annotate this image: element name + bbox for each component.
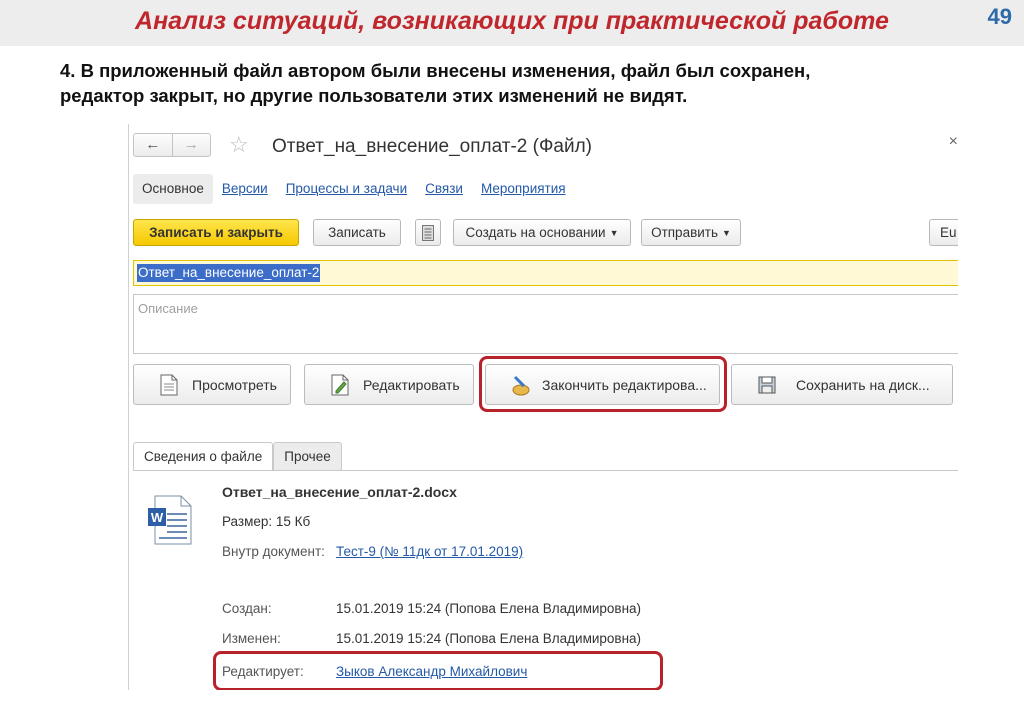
tab-processes[interactable]: Процессы и задачи bbox=[277, 174, 416, 204]
window-title: Ответ_на_внесение_оплат-2 (Файл) bbox=[272, 136, 592, 157]
navigation-buttons: ← → bbox=[133, 133, 211, 157]
save-to-disk-label: Сохранить на диск... bbox=[796, 377, 930, 393]
document-list-button[interactable] bbox=[415, 219, 441, 246]
forward-button[interactable]: → bbox=[171, 134, 211, 156]
description-input[interactable]: Описание bbox=[133, 294, 958, 354]
tab-file-info[interactable]: Сведения о файле bbox=[133, 442, 274, 471]
created-label: Создан: bbox=[222, 601, 272, 616]
tabs-divider bbox=[133, 470, 958, 471]
view-label: Просмотреть bbox=[192, 377, 277, 393]
save-and-close-button[interactable]: Записать и закрыть bbox=[133, 219, 299, 246]
svg-text:W: W bbox=[151, 510, 164, 525]
chevron-down-icon: ▼ bbox=[722, 228, 731, 238]
tab-versions[interactable]: Версии bbox=[213, 174, 277, 204]
save-button[interactable]: Записать bbox=[313, 219, 401, 246]
description-placeholder: Описание bbox=[138, 301, 198, 316]
list-icon bbox=[422, 225, 434, 241]
edit-document-icon bbox=[331, 374, 349, 396]
chevron-down-icon: ▼ bbox=[609, 228, 619, 238]
file-name-value: Ответ_на_внесение_оплат-2 bbox=[137, 264, 321, 282]
create-based-on-button[interactable]: Создать на основании ▼ bbox=[453, 219, 631, 246]
edit-label: Редактировать bbox=[363, 377, 460, 393]
tab-links[interactable]: Связи bbox=[416, 174, 472, 204]
modified-value: 15.01.2019 15:24 (Попова Елена Владимиро… bbox=[336, 631, 642, 646]
tab-main[interactable]: Основное bbox=[133, 174, 213, 204]
tab-other[interactable]: Прочее bbox=[273, 442, 342, 471]
close-icon[interactable]: × bbox=[949, 133, 958, 151]
tab-events[interactable]: Мероприятия bbox=[472, 174, 575, 204]
word-document-icon: W bbox=[148, 495, 192, 545]
save-to-disk-button[interactable]: Сохранить на диск... bbox=[731, 364, 953, 405]
created-value: 15.01.2019 15:24 (Попова Елена Владимиро… bbox=[336, 601, 642, 616]
favorite-star-icon[interactable]: ☆ bbox=[229, 134, 249, 156]
document-icon bbox=[160, 374, 178, 396]
eu-button[interactable]: Eu bbox=[929, 219, 958, 246]
create-based-on-label: Создать на основании bbox=[465, 225, 606, 240]
file-name-input[interactable]: Ответ_на_внесение_оплат-2 bbox=[133, 260, 958, 286]
page-number: 49 bbox=[987, 4, 1012, 29]
back-button[interactable]: ← bbox=[134, 134, 172, 156]
inside-document-link[interactable]: Тест-9 (№ 11дк от 17.01.2019) bbox=[336, 544, 523, 559]
slide-text-line-2: редактор закрыт, но другие пользователи … bbox=[60, 85, 688, 106]
save-disk-icon bbox=[758, 376, 776, 394]
inside-document-label: Внутр документ: bbox=[222, 544, 325, 559]
slide-text-line-1: 4. В приложенный файл автором были внесе… bbox=[60, 60, 811, 81]
send-label: Отправить bbox=[651, 225, 719, 240]
modified-label: Изменен: bbox=[222, 631, 281, 646]
send-button[interactable]: Отправить ▼ bbox=[641, 219, 741, 246]
section-tabs: Основное Версии Процессы и задачи Связи … bbox=[133, 174, 575, 204]
slide-description: 4. В приложенный файл автором были внесе… bbox=[60, 58, 1000, 108]
file-card-window: ← → ☆ Ответ_на_внесение_оплат-2 (Файл) ×… bbox=[128, 124, 958, 690]
file-info-tabs: Сведения о файле Прочее bbox=[133, 442, 342, 471]
edit-button[interactable]: Редактировать bbox=[304, 364, 474, 405]
highlight-finish-editing bbox=[479, 356, 727, 412]
view-button[interactable]: Просмотреть bbox=[133, 364, 291, 405]
toolbar: Записать и закрыть Записать Создать на о… bbox=[133, 219, 958, 247]
highlight-editing-by bbox=[213, 651, 663, 690]
file-name: Ответ_на_внесение_оплат-2.docx bbox=[222, 484, 457, 500]
slide-title: Анализ ситуаций, возникающих при практич… bbox=[135, 7, 889, 35]
file-size: Размер: 15 Кб bbox=[222, 514, 311, 529]
